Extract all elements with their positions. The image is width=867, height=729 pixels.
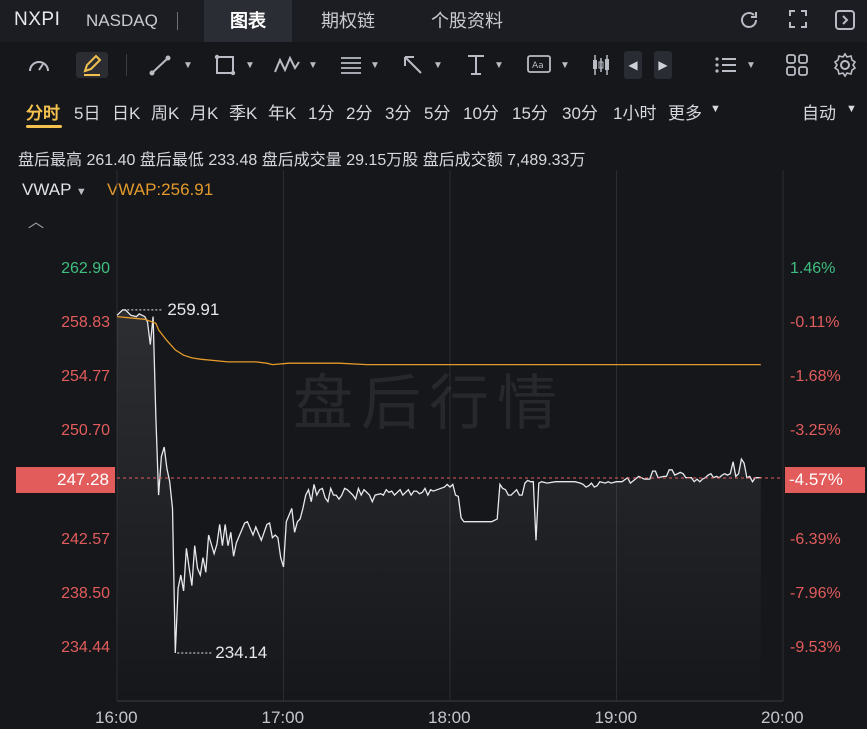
x-tick-label: 19:00 xyxy=(594,708,638,727)
y-tick-label-right: 1.46% xyxy=(790,260,836,277)
y-tick-label: 242.57 xyxy=(61,530,110,548)
x-tick-label: 17:00 xyxy=(261,708,305,727)
current-change-tag: -4.57% xyxy=(785,467,865,493)
y-tick-label: 254.77 xyxy=(61,368,110,386)
x-tick-label: 16:00 xyxy=(95,708,138,727)
x-tick-label: 20:00 xyxy=(761,708,804,727)
max-price-annotation: 259.91 xyxy=(167,299,220,319)
y-tick-label: 258.83 xyxy=(61,314,110,332)
y-tick-label-right: -3.25% xyxy=(790,422,841,440)
current-price-tag: 247.28 xyxy=(16,467,115,493)
y-tick-label: 250.70 xyxy=(61,422,110,440)
y-tick-label: 234.44 xyxy=(61,639,110,656)
x-tick-label: 18:00 xyxy=(428,708,471,727)
y-tick-label: 262.90 xyxy=(61,260,110,277)
y-tick-label-right: -6.39% xyxy=(790,530,841,548)
y-tick-label-right: -0.11% xyxy=(790,314,840,332)
y-tick-label-right: -9.53% xyxy=(790,639,841,656)
y-tick-label: 238.50 xyxy=(61,584,110,602)
y-tick-label-right: -7.96% xyxy=(790,584,841,602)
watermark: 盘后行情 xyxy=(293,369,565,439)
y-tick-label-right: -1.68% xyxy=(790,368,841,386)
min-price-annotation: 234.14 xyxy=(215,642,268,662)
